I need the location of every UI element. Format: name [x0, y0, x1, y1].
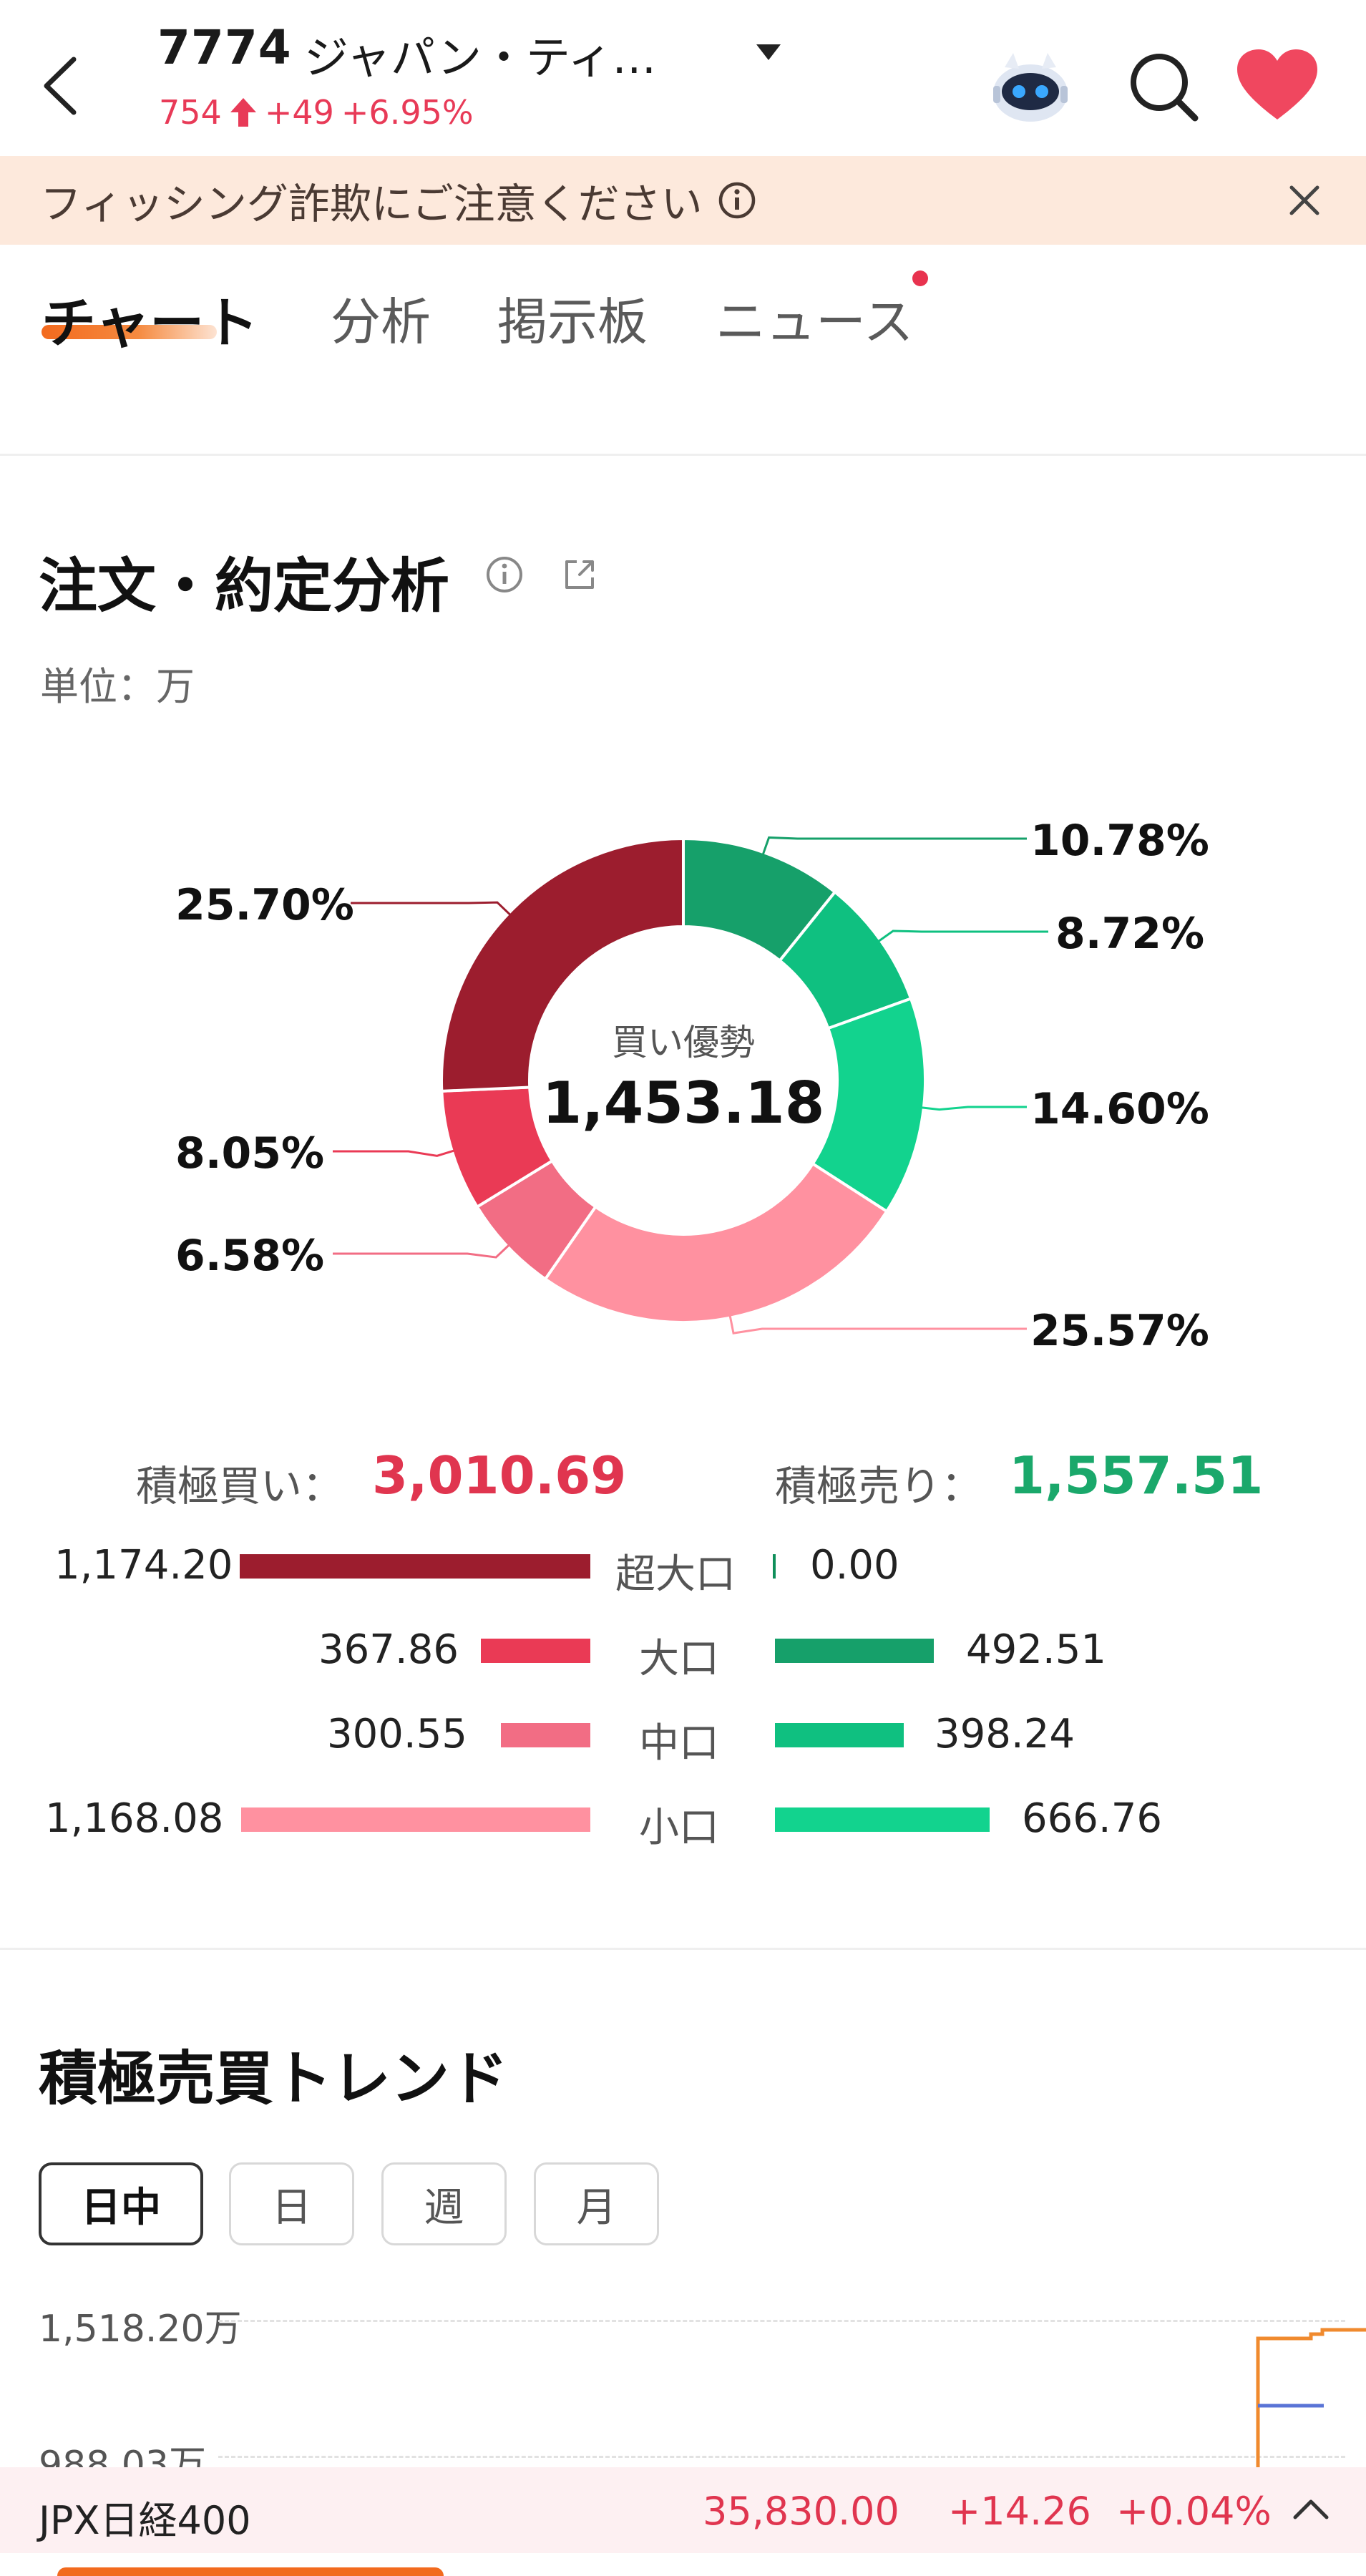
leader-line [917, 1106, 1027, 1111]
pct-label-buy-large: 8.05% [175, 1128, 325, 1179]
bar-large-buy [481, 1639, 590, 1663]
tab-news[interactable]: ニュース [716, 282, 914, 354]
bar-medium-buy [501, 1723, 590, 1747]
stock-code: 7774 [157, 20, 292, 75]
leader-line [333, 1148, 458, 1157]
tab-bar: チャート 分析 掲示板 ニュース [0, 245, 1366, 452]
row-medium-buy-value: 300.55 [327, 1711, 467, 1757]
section-divider [0, 454, 1366, 456]
gridline-top [218, 2320, 1345, 2322]
info-icon[interactable] [483, 553, 526, 596]
donut-center-label: 買い優勢 [612, 1022, 755, 1063]
pct-label-sell-large: 10.78% [1030, 816, 1209, 866]
robot-icon [993, 53, 1068, 122]
leader-line [333, 1241, 513, 1259]
section-divider [0, 1948, 1366, 1950]
info-icon[interactable] [717, 180, 757, 220]
leader-line [761, 836, 1027, 859]
quote-line: 754 +49 +6.95% [159, 93, 474, 132]
buy-total-label: 積極買い： [136, 1462, 344, 1511]
back-button[interactable] [29, 43, 93, 129]
search-button[interactable] [1123, 47, 1202, 125]
gridline-bottom [218, 2456, 1345, 2458]
slice-buy-small [543, 1161, 889, 1324]
row-xlarge-buy-value: 1,174.20 [54, 1542, 233, 1589]
heart-icon [1237, 49, 1317, 119]
pct-label-buy-medium: 6.58% [175, 1231, 325, 1281]
index-price: 35,830.00 [703, 2489, 899, 2534]
row-small-buy-value: 1,168.08 [45, 1795, 224, 1842]
warning-text: フィッシング詐欺にご注意ください [40, 180, 703, 228]
leader-line [874, 930, 1048, 945]
bar-medium-sell [775, 1723, 904, 1747]
bar-large-sell [775, 1639, 934, 1663]
tab-board[interactable]: 掲示板 [497, 282, 648, 354]
row-medium-category: 中口 [639, 1720, 719, 1767]
bottom-nav-indicator [57, 2567, 444, 2576]
period-week-button[interactable]: 週 [381, 2162, 507, 2245]
row-xlarge-category: 超大口 [615, 1551, 736, 1598]
trend-title: 積極売買トレンド [39, 2045, 509, 2113]
tab-chart[interactable]: チャート [42, 279, 258, 358]
row-large-category: 大口 [639, 1636, 719, 1682]
bar-xlarge-sell [773, 1554, 776, 1579]
row-small-category: 小口 [639, 1805, 719, 1851]
stock-analysis-screen: 7774 ジャパン・ティ… 754 +49 +6.95% フィッシング詐欺にご注… [0, 0, 1366, 2576]
unit-label: 単位：万 [40, 664, 195, 709]
price-change-pct: +6.95% [341, 93, 474, 132]
sell-total-label: 積極売り： [775, 1462, 983, 1511]
stock-name[interactable]: ジャパン・ティ… [304, 21, 656, 86]
caret-down-icon[interactable] [755, 42, 782, 63]
index-change: +14.26 [948, 2489, 1091, 2534]
chevron-up-icon[interactable] [1288, 2487, 1334, 2533]
period-month-button[interactable]: 月 [534, 2162, 659, 2245]
row-large-sell-value: 492.51 [966, 1626, 1106, 1673]
search-icon [1131, 54, 1199, 122]
row-medium-sell-value: 398.24 [935, 1711, 1075, 1757]
pct-label-sell-medium: 8.72% [1055, 909, 1205, 959]
app-header: 7774 ジャパン・ティ… 754 +49 +6.95% [0, 0, 1366, 156]
buy-total-value: 3,010.69 [372, 1445, 627, 1506]
news-unread-dot [912, 270, 928, 286]
favorite-button[interactable] [1234, 47, 1320, 125]
pct-label-buy-small: 25.57% [1030, 1306, 1209, 1356]
tab-analysis[interactable]: 分析 [331, 282, 431, 354]
period-intraday-button[interactable]: 日中 [39, 2162, 203, 2245]
index-change-pct: +0.04% [1116, 2489, 1272, 2534]
sell-total-value: 1,557.51 [1009, 1445, 1264, 1506]
period-day-button[interactable]: 日 [229, 2162, 354, 2245]
phishing-warning-banner[interactable]: フィッシング詐欺にご注意ください [0, 156, 1366, 245]
index-ticker-bar[interactable]: JPX日経400 35,830.00 +14.26 +0.04% [0, 2467, 1366, 2553]
bar-small-buy [241, 1807, 590, 1832]
bar-xlarge-buy [240, 1554, 590, 1579]
share-icon[interactable] [558, 553, 601, 596]
trend-line-chart [1256, 2328, 1366, 2483]
ai-assistant-button[interactable] [987, 43, 1073, 129]
current-price: 754 [159, 93, 222, 132]
y-axis-top-label: 1,518.20万 [39, 2308, 242, 2351]
row-small-sell-value: 666.76 [1022, 1795, 1162, 1842]
order-analysis-title: 注文・約定分析 [39, 552, 450, 620]
leader-line [351, 901, 514, 918]
chevron-left-icon [44, 57, 77, 115]
donut-center-value: 1,453.18 [542, 1070, 825, 1136]
index-name: JPX日経400 [39, 2498, 251, 2543]
arrow-up-icon [230, 98, 256, 127]
bar-small-sell [775, 1807, 990, 1832]
pct-label-buy-xlarge: 25.70% [175, 880, 354, 930]
leader-line [728, 1312, 1027, 1335]
price-change: +49 [264, 93, 334, 132]
row-xlarge-sell-value: 0.00 [810, 1542, 899, 1589]
close-icon[interactable] [1282, 177, 1327, 223]
pct-label-sell-small: 14.60% [1030, 1084, 1209, 1134]
row-large-buy-value: 367.86 [318, 1626, 459, 1673]
